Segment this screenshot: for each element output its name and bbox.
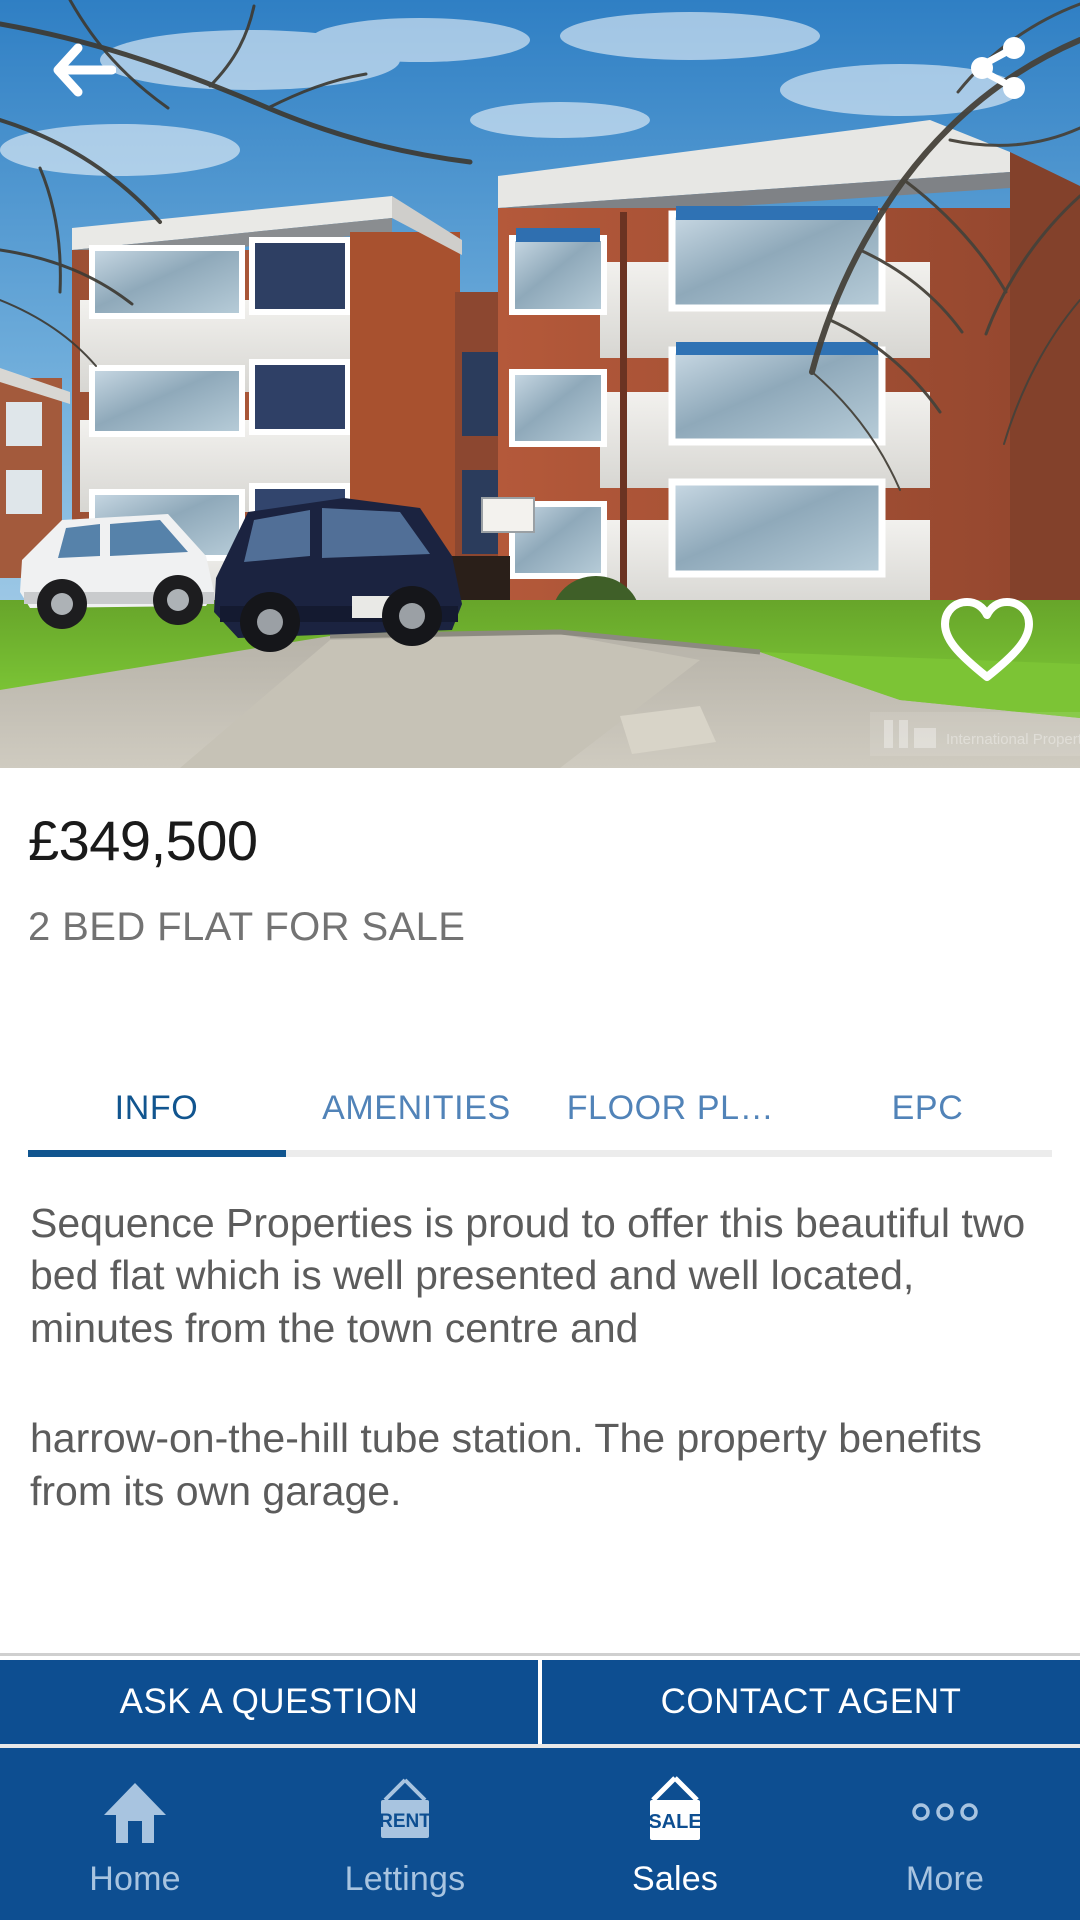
share-icon <box>971 37 1025 99</box>
bottom-navigation: Home RENT Lettings SALE Sales More <box>0 1744 1080 1920</box>
share-button[interactable] <box>950 20 1046 116</box>
nav-item-lettings[interactable]: RENT Lettings <box>270 1748 540 1920</box>
tab-floor-plan[interactable]: FLOOR PL… <box>560 1089 781 1132</box>
svg-text:RENT: RENT <box>379 1811 431 1832</box>
property-listing-screen: International Property Bureau <box>0 0 1080 1920</box>
property-photo-image: International Property Bureau <box>0 0 1080 768</box>
ellipsis-icon <box>905 1776 985 1848</box>
tab-track <box>28 1149 1052 1157</box>
back-button[interactable] <box>36 22 132 118</box>
sale-sign-icon: SALE <box>633 1775 717 1848</box>
photo-watermark: International Property Bureau <box>870 712 1080 756</box>
action-bar: ASK A QUESTION CONTACT AGENT <box>0 1656 1080 1744</box>
nav-label-sales: Sales <box>631 1859 719 1898</box>
nav-item-home[interactable]: Home <box>0 1748 270 1920</box>
nav-item-more[interactable]: More <box>810 1748 1080 1920</box>
svg-text:SALE: SALE <box>648 1811 701 1833</box>
arrow-left-icon <box>53 43 116 97</box>
nav-label-more: More <box>905 1859 985 1898</box>
house-icon <box>100 1776 170 1848</box>
svg-text:International Property Bureau: International Property Bureau <box>946 731 1080 748</box>
nav-item-sales[interactable]: SALE Sales <box>540 1748 810 1920</box>
tab-active-indicator <box>28 1149 286 1157</box>
tab-list: INFO AMENITIES FLOOR PL… EPC <box>0 1046 1080 1132</box>
ask-a-question-button[interactable]: ASK A QUESTION <box>0 1660 538 1744</box>
rent-sign-icon: RENT <box>365 1776 445 1848</box>
listing-subtitle: 2 BED FLAT FOR SALE <box>28 904 466 949</box>
tab-info[interactable]: INFO <box>28 1089 285 1132</box>
contact-agent-button[interactable]: CONTACT AGENT <box>542 1660 1080 1744</box>
tab-epc[interactable]: EPC <box>803 1089 1052 1132</box>
property-photo[interactable]: International Property Bureau <box>0 0 1080 768</box>
listing-summary: £349,500 2 BED FLAT FOR SALE <box>0 768 1080 950</box>
description-paragraph: harrow-on-the-hill tube station. The pro… <box>30 1415 982 1514</box>
nav-label-lettings: Lettings <box>344 1859 466 1898</box>
listing-price: £349,500 <box>28 809 258 872</box>
nav-label-home: Home <box>89 1859 181 1898</box>
tab-amenities[interactable]: AMENITIES <box>291 1089 542 1132</box>
heart-outline-icon <box>941 598 1033 681</box>
property-description: Sequence Properties is proud to offer th… <box>0 1157 1080 1653</box>
favorite-button[interactable] <box>932 586 1042 696</box>
tab-bar: INFO AMENITIES FLOOR PL… EPC <box>0 1046 1080 1157</box>
description-paragraph: Sequence Properties is proud to offer th… <box>30 1199 1026 1351</box>
